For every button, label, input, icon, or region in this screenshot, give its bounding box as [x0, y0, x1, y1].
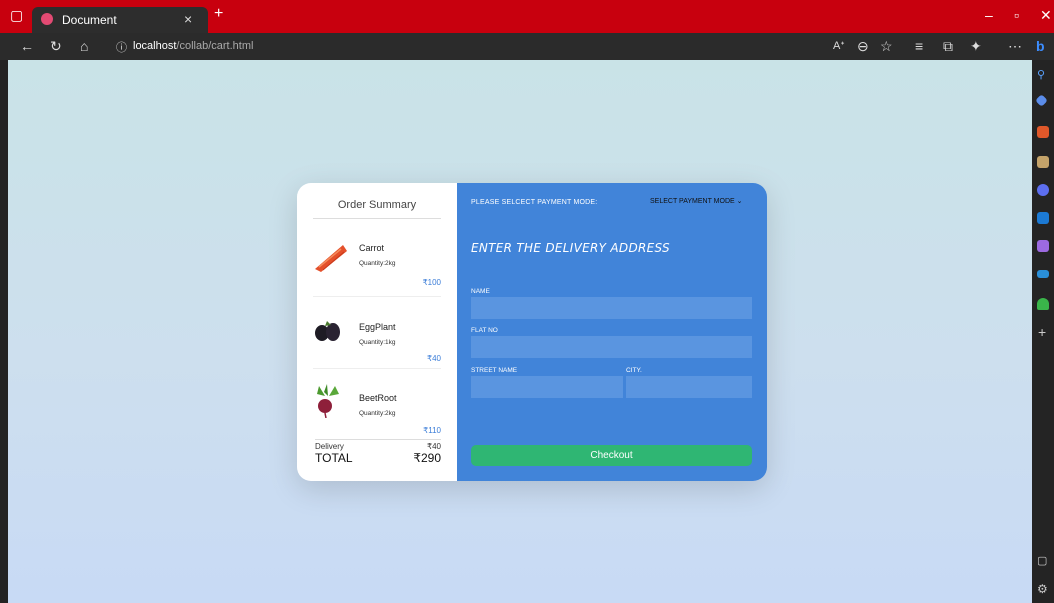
browser-titlebar: ▢ Document × + – ▫ ✕: [0, 0, 1054, 33]
total-value: ₹290: [413, 451, 441, 465]
total-row: TOTAL ₹290: [315, 451, 441, 465]
checkout-card: Order Summary Carrot Quantity:2kg ₹100 E…: [297, 183, 767, 481]
site-info-icon[interactable]: ⓘ: [116, 39, 127, 55]
street-name-input[interactable]: [471, 376, 623, 398]
favorites-list-icon[interactable]: ≡: [915, 38, 923, 54]
sidebar-copilot-icon[interactable]: [1037, 184, 1049, 196]
item-price: ₹100: [422, 278, 441, 287]
item-quantity: Quantity:2kg: [359, 410, 396, 417]
flat-no-input[interactable]: [471, 336, 752, 358]
close-window-icon[interactable]: ✕: [1040, 7, 1052, 24]
street-name-label: STREET NAME: [471, 367, 518, 374]
tab-title: Document: [62, 13, 117, 27]
checkout-button[interactable]: Checkout: [471, 445, 752, 466]
flat-no-label: FLAT NO: [471, 327, 498, 334]
edge-sidebar: ⚲ + ▢ ⚙: [1032, 60, 1054, 603]
collections-icon[interactable]: ⧉: [943, 38, 953, 55]
city-input[interactable]: [626, 376, 752, 398]
maximize-icon[interactable]: ▫: [1014, 7, 1019, 23]
delivery-form-panel: PLEASE SELCECT PAYMENT MODE: SELECT PAYM…: [457, 183, 767, 481]
total-label: TOTAL: [315, 451, 353, 465]
sidebar-hide-icon[interactable]: ▢: [1037, 554, 1049, 567]
sidebar-send-icon[interactable]: [1037, 270, 1049, 278]
refresh-icon[interactable]: ↻: [50, 38, 62, 55]
sidebar-games-icon[interactable]: [1037, 156, 1049, 168]
delivery-address-heading: ENTER THE DELIVERY ADDRESS: [471, 241, 670, 255]
new-tab-icon[interactable]: +: [214, 5, 223, 23]
order-summary-panel: Order Summary Carrot Quantity:2kg ₹100 E…: [297, 183, 457, 481]
delivery-value: ₹40: [427, 442, 441, 451]
minimize-icon[interactable]: –: [985, 7, 993, 23]
cart-item-beetroot: BeetRoot Quantity:2kg ₹110: [313, 370, 441, 436]
tab-close-icon[interactable]: ×: [184, 11, 192, 27]
url-path: /collab/cart.html: [176, 40, 254, 52]
sidebar-outlook-icon[interactable]: [1037, 212, 1049, 224]
home-icon[interactable]: ⌂: [80, 38, 88, 54]
browser-tab[interactable]: Document ×: [32, 7, 208, 33]
read-aloud-icon[interactable]: Aᐩ: [833, 39, 845, 52]
sidebar-designer-icon[interactable]: [1037, 240, 1049, 252]
payment-mode-select[interactable]: SELECT PAYMENT MODE ⌄: [650, 197, 743, 205]
tab-favicon-icon: [41, 13, 53, 25]
zoom-icon[interactable]: ⊖: [857, 38, 869, 55]
back-icon[interactable]: ←: [20, 38, 34, 54]
item-name: Carrot: [359, 243, 385, 253]
favorite-icon[interactable]: ☆: [880, 38, 893, 55]
cart-item-eggplant: EggPlant Quantity:1kg ₹40: [313, 298, 441, 369]
sidebar-search-icon[interactable]: ⚲: [1037, 68, 1049, 81]
sidebar-tree-icon[interactable]: [1037, 298, 1049, 310]
sidebar-tools-icon[interactable]: [1037, 126, 1049, 138]
order-summary-title: Order Summary: [313, 199, 441, 219]
name-label: NAME: [471, 288, 490, 295]
eggplant-image: [315, 321, 340, 341]
delivery-label: Delivery: [315, 442, 344, 451]
url-input[interactable]: localhost/collab/cart.html: [133, 37, 833, 56]
more-menu-icon[interactable]: ⋯: [1008, 38, 1022, 55]
extensions-icon[interactable]: ✦: [970, 38, 982, 55]
page-content: Order Summary Carrot Quantity:2kg ₹100 E…: [8, 60, 1032, 603]
item-quantity: Quantity:2kg: [359, 260, 396, 267]
sidebar-shopping-icon[interactable]: [1035, 94, 1048, 107]
payment-mode-label: PLEASE SELCECT PAYMENT MODE:: [471, 199, 598, 206]
item-quantity: Quantity:1kg: [359, 339, 396, 346]
item-price: ₹40: [427, 354, 441, 363]
payment-mode-value: SELECT PAYMENT MODE: [650, 198, 735, 205]
tab-actions-icon[interactable]: ▢: [10, 7, 23, 24]
item-price: ₹110: [423, 426, 441, 435]
bing-icon[interactable]: b: [1036, 38, 1045, 54]
sidebar-settings-icon[interactable]: ⚙: [1037, 582, 1049, 596]
delivery-row: Delivery ₹40: [315, 439, 441, 451]
cart-item-carrot: Carrot Quantity:2kg ₹100: [313, 231, 441, 297]
carrot-image: [315, 245, 347, 272]
name-input[interactable]: [471, 297, 752, 319]
window-border: [0, 60, 8, 603]
item-name: BeetRoot: [359, 393, 397, 403]
city-label: CITY.: [626, 367, 642, 374]
sidebar-add-icon[interactable]: +: [1038, 324, 1050, 340]
item-name: EggPlant: [359, 322, 396, 332]
chevron-down-icon: ⌄: [736, 198, 743, 205]
beetroot-image: [317, 384, 339, 418]
address-bar: ← ↻ ⌂ ⓘ localhost/collab/cart.html Aᐩ ⊖ …: [0, 33, 1054, 60]
url-host: localhost: [133, 40, 177, 52]
